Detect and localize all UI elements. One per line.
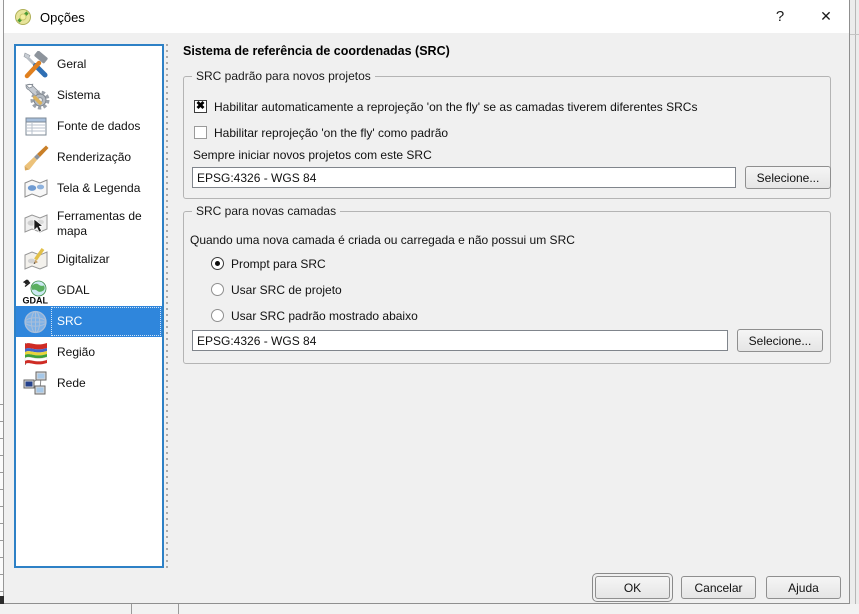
default-reprojection-row: Habilitar reprojeção 'on the fly' como p… [194, 124, 448, 141]
title-bar[interactable] [4, 0, 849, 33]
ok-button[interactable]: OK [595, 576, 670, 599]
sidebar-item-label: SRC [57, 314, 155, 329]
background-right-divider [850, 34, 859, 35]
qgis-app-icon [14, 8, 32, 26]
auto-reprojection-checkbox[interactable]: ✖ [194, 100, 207, 113]
background-bottom-divider [178, 604, 179, 614]
system-gear-icon [21, 82, 50, 110]
default-layer-crs-select-button[interactable]: Selecione... [737, 329, 823, 352]
digitize-pencil-icon [21, 246, 50, 274]
crs-globe-icon [21, 308, 50, 336]
sidebar-item-renderizacao[interactable]: Renderização [16, 142, 162, 173]
background-ruler-ticks [0, 388, 3, 614]
cancel-button[interactable]: Cancelar [681, 576, 756, 599]
prompt-crs-label: Prompt para SRC [231, 257, 326, 271]
prompt-crs-row: Prompt para SRC [211, 255, 326, 272]
default-reprojection-checkbox[interactable] [194, 126, 207, 139]
sidebar-item-regiao[interactable]: Região [16, 337, 162, 368]
prompt-crs-radio[interactable] [211, 257, 224, 270]
default-crs-label: Usar SRC padrão mostrado abaixo [231, 309, 418, 323]
project-crs-radio[interactable] [211, 283, 224, 296]
new-project-crs-select-button[interactable]: Selecione... [745, 166, 831, 189]
sidebar-item-src[interactable]: SRC [16, 306, 162, 337]
sidebar-item-rede[interactable]: Rede [16, 368, 162, 399]
new-project-crs-label: Sempre iniciar novos projetos com este S… [193, 148, 432, 162]
auto-reprojection-row: ✖ Habilitar automaticamente a reprojeção… [194, 98, 697, 115]
sidebar-item-label: Renderização [57, 150, 155, 165]
new-layers-legend: SRC para novas camadas [192, 204, 340, 218]
default-crs-radio[interactable] [211, 309, 224, 322]
data-table-icon [21, 113, 50, 141]
svg-text:GDAL: GDAL [22, 295, 48, 305]
window-close-button[interactable]: ✕ [808, 2, 844, 30]
window-title: Opções [40, 10, 85, 25]
options-dialog-screen: { "window": { "title": "Opções", "help_b… [0, 0, 859, 614]
sidebar-item-label: Digitalizar [57, 252, 155, 267]
sidebar-item-label: GDAL [57, 283, 155, 298]
sidebar-item-ferramentas-de-mapa[interactable]: Ferramentas de mapa [16, 204, 162, 244]
gdal-globe-satellite-icon: GDAL [21, 277, 50, 305]
ok-button-default-ring: OK [592, 573, 673, 602]
auto-reprojection-label: Habilitar automaticamente a reprojeção '… [214, 100, 697, 114]
sidebar-item-label: Região [57, 345, 155, 360]
paintbrush-icon [21, 144, 50, 172]
sidebar-item-label: Fonte de dados [57, 119, 155, 134]
background-right-edge [855, 0, 856, 614]
map-canvas-icon [21, 175, 50, 203]
options-sidebar: Geral Sistema Fonte de dado [14, 44, 164, 568]
sidebar-item-label: Tela & Legenda [57, 181, 155, 196]
sidebar-item-label: Ferramentas de mapa [57, 209, 155, 239]
sidebar-item-fonte-de-dados[interactable]: Fonte de dados [16, 111, 162, 142]
window-help-button[interactable]: ? [764, 2, 796, 30]
sidebar-splitter-handle[interactable] [166, 44, 168, 568]
sidebar-item-geral[interactable]: Geral [16, 49, 162, 80]
help-button[interactable]: Ajuda [766, 576, 841, 599]
locale-flags-icon [21, 339, 50, 367]
sidebar-item-sistema[interactable]: Sistema [16, 80, 162, 111]
tools-icon [21, 51, 50, 79]
background-bottom-divider [131, 604, 132, 614]
sidebar-item-gdal[interactable]: GDAL GDAL [16, 275, 162, 306]
sidebar-item-label: Sistema [57, 88, 155, 103]
map-tools-cursor-icon [21, 210, 50, 238]
default-layer-crs-input[interactable] [192, 330, 728, 351]
default-projects-legend: SRC padrão para novos projetos [192, 69, 375, 83]
sidebar-item-tela-legenda[interactable]: Tela & Legenda [16, 173, 162, 204]
page-title: Sistema de referência de coordenadas (SR… [183, 44, 450, 58]
new-layer-intro-label: Quando uma nova camada é criada ou carre… [190, 233, 575, 247]
background-bottom-strip [0, 604, 859, 614]
sidebar-item-label: Geral [57, 57, 155, 72]
default-reprojection-label: Habilitar reprojeção 'on the fly' como p… [214, 126, 448, 140]
sidebar-item-label: Rede [57, 376, 155, 391]
network-computers-icon [21, 370, 50, 398]
project-crs-row: Usar SRC de projeto [211, 281, 342, 298]
default-crs-row: Usar SRC padrão mostrado abaixo [211, 307, 418, 324]
project-crs-label: Usar SRC de projeto [231, 283, 342, 297]
new-project-crs-input[interactable] [192, 167, 736, 188]
sidebar-item-digitalizar[interactable]: Digitalizar [16, 244, 162, 275]
